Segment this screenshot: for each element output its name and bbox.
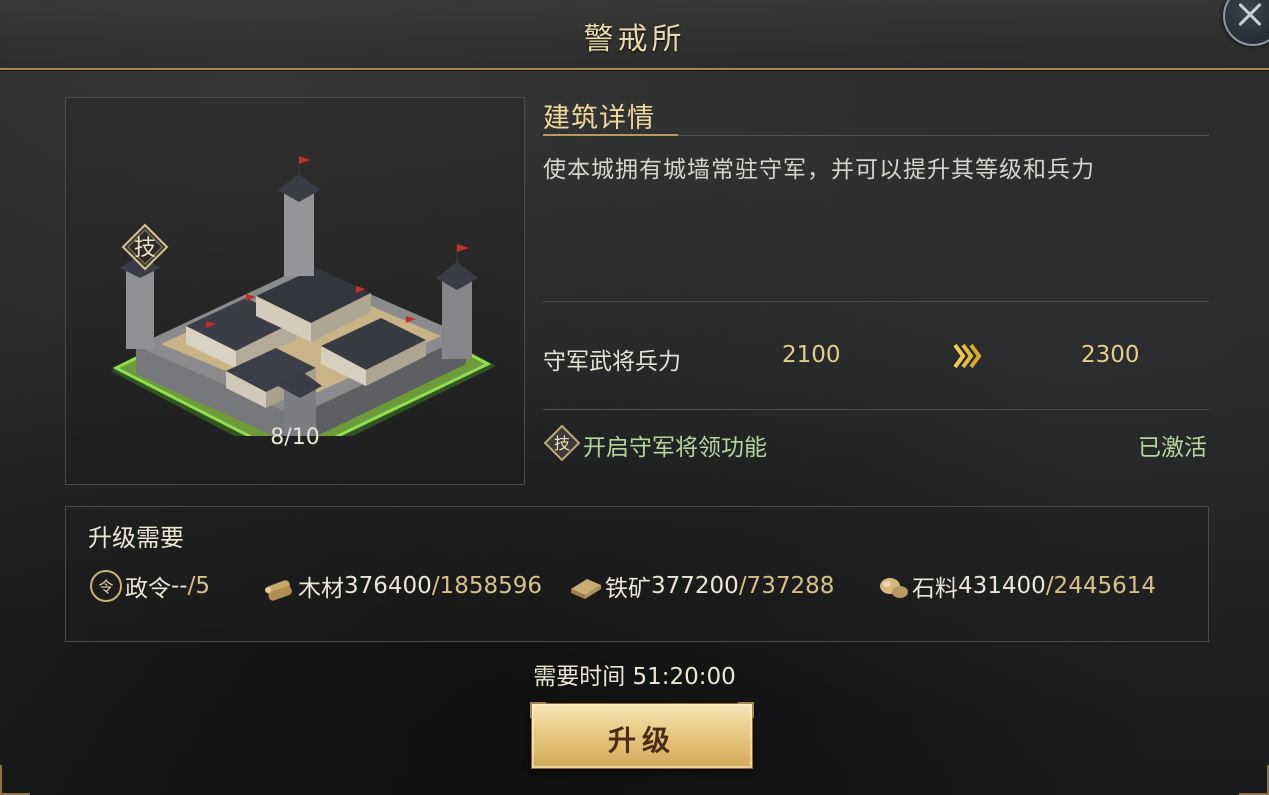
iron-icon (571, 579, 601, 599)
button-corner-ornament (738, 702, 754, 718)
building-level: 8/10 (270, 425, 320, 450)
button-corner-ornament (530, 702, 546, 718)
triple-chevron-right-icon (953, 343, 982, 369)
title-bar: 警戒所 (0, 0, 1269, 70)
requirement-order: 令 政令 -- /5 (89, 569, 210, 603)
stone-icon (880, 578, 908, 598)
feature-label: 开启守军将领功能 (583, 435, 767, 461)
svg-text:令: 令 (98, 578, 113, 596)
tech-feature-icon: 技 (544, 425, 580, 461)
requirements-title: 升级需要 (88, 524, 184, 552)
panel-corner-ornament (0, 765, 30, 795)
stat-label: 守军武将兵力 (543, 349, 681, 375)
svg-text:技: 技 (554, 434, 570, 453)
details-heading: 建筑详情 (543, 103, 655, 134)
order-icon: 令 (90, 570, 122, 602)
wood-icon (265, 580, 292, 601)
stat-current-value: 2100 (782, 342, 841, 368)
svg-text:技: 技 (134, 236, 156, 261)
divider (543, 301, 1209, 302)
panel-title: 警戒所 (583, 22, 686, 57)
panel-corner-ornament (1239, 765, 1269, 795)
requirement-iron: 铁矿 377200 /737288 (569, 569, 834, 603)
fortress-image (111, 156, 496, 436)
feature-status: 已激活 (1138, 435, 1207, 461)
tech-badge-icon: 技 (121, 223, 169, 271)
upgrade-button[interactable]: 升级 (530, 702, 754, 769)
requirement-wood: 木材 376400 /1858596 (262, 569, 542, 603)
heading-underline (543, 134, 678, 136)
divider (543, 409, 1209, 410)
building-upgrade-panel: 警戒所 技 8/10 建筑详情 使本城拥有城墙常驻守军，并可以提升其等级和兵力 … (0, 0, 1269, 795)
building-preview: 技 8/10 (65, 97, 525, 485)
upgrade-button-label: 升级 (607, 724, 676, 757)
heading-divider (678, 135, 1209, 136)
stat-next-value: 2300 (1081, 342, 1140, 368)
building-description: 使本城拥有城墙常驻守军，并可以提升其等级和兵力 (543, 157, 1095, 183)
requirement-stone: 石料 431400 /2445614 (876, 569, 1156, 603)
required-time: 需要时间 51:20:00 (533, 664, 736, 690)
